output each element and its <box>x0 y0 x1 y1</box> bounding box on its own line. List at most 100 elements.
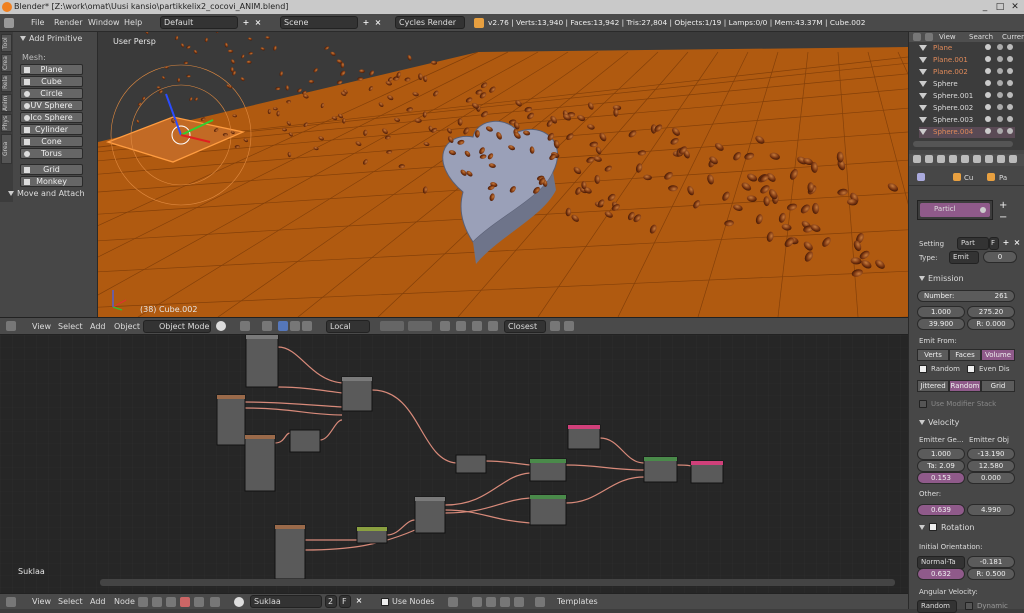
outliner-menu-view[interactable]: View <box>939 33 956 41</box>
material-slot-icon[interactable] <box>210 597 220 607</box>
tab-relations[interactable]: Rela <box>1 74 12 92</box>
angular-velocity-selector[interactable]: Random <box>917 600 957 613</box>
use-nodes-checkbox[interactable] <box>381 598 389 606</box>
outliner-display-icon[interactable] <box>925 33 933 41</box>
outliner-item-sphere003[interactable]: Sphere.003 <box>919 115 1015 126</box>
constraints-tab-icon[interactable] <box>973 155 981 163</box>
snap-node-element-icon[interactable] <box>486 597 496 607</box>
node-editor[interactable]: Suklaa <box>0 335 908 593</box>
orientation-random-field[interactable]: 0.632 <box>917 568 965 580</box>
outliner-item-plane[interactable]: Plane <box>919 43 1015 54</box>
number-field[interactable]: Number: 261 <box>917 290 1015 302</box>
render-camera-icon[interactable] <box>1007 44 1013 50</box>
minimize-button[interactable]: _ <box>980 2 990 12</box>
outliner-type-icon[interactable] <box>913 33 921 41</box>
outliner-menu-current[interactable]: Current <box>1002 33 1024 41</box>
menu-window[interactable]: Window <box>88 14 120 32</box>
tab-grease-pencil[interactable]: Grea <box>1 134 12 164</box>
rotate-icon[interactable] <box>290 321 300 331</box>
select-arrow-icon[interactable] <box>997 68 1003 74</box>
breadcrumb-particles[interactable]: Pa <box>999 174 1007 182</box>
visibility-eye-icon[interactable] <box>985 92 991 98</box>
add-primitive-header[interactable]: Add Primitive <box>20 34 82 43</box>
menu-add[interactable]: Add <box>90 318 106 335</box>
editor-type-3d-icon[interactable] <box>6 321 16 331</box>
add-uv-sphere-button[interactable]: UV Sphere <box>20 100 83 111</box>
random-velocity-field[interactable]: 4.990 <box>967 504 1015 516</box>
frame-end-field[interactable]: 275.20 <box>967 306 1015 318</box>
layers-2-icon[interactable] <box>408 321 432 331</box>
type-selector[interactable]: Emit <box>949 251 979 264</box>
node-scrollbar[interactable] <box>100 579 895 586</box>
render-layers-tab-icon[interactable] <box>925 155 933 163</box>
add-cone-button[interactable]: Cone <box>20 136 83 147</box>
layout-selector[interactable]: Default <box>160 16 238 29</box>
outliner-item-plane002[interactable]: Plane.002 <box>919 67 1015 78</box>
backdrop-icon[interactable] <box>448 597 458 607</box>
outliner-item-sphere002[interactable]: Sphere.002 <box>919 103 1015 114</box>
select-arrow-icon[interactable] <box>997 44 1003 50</box>
add-layout-button[interactable]: + <box>241 17 251 29</box>
emit-from-faces[interactable]: Faces <box>949 349 981 361</box>
material-users[interactable]: 2 <box>325 595 337 608</box>
rotation-velocity-field[interactable]: 0.153 <box>917 472 965 484</box>
outliner-item-sphere001[interactable]: Sphere.001 <box>919 91 1015 102</box>
visibility-eye-icon[interactable] <box>985 68 991 74</box>
editor-type-node-icon[interactable] <box>6 597 16 607</box>
rotation-checkbox[interactable] <box>929 523 937 531</box>
scene-tab-icon[interactable] <box>937 155 945 163</box>
particle-slot-active[interactable]: Particl <box>920 203 990 217</box>
particle-visible-eye-icon[interactable] <box>980 207 986 213</box>
mode-selector[interactable]: Object Mode <box>143 320 211 333</box>
world-icon[interactable] <box>166 597 176 607</box>
remove-settings-button[interactable]: × <box>1012 237 1022 249</box>
lifetime-random-field[interactable]: R: 0.000 <box>967 318 1015 330</box>
copy-nodes-icon[interactable] <box>500 597 510 607</box>
outliner-scrollbar[interactable] <box>913 141 1013 147</box>
layers-icon[interactable] <box>380 321 404 331</box>
add-cylinder-button[interactable]: Cylinder <box>20 124 83 135</box>
add-ico-sphere-button[interactable]: Ico Sphere <box>20 112 83 123</box>
object-velocity-x-field[interactable]: -13.190 <box>967 448 1015 460</box>
normal-velocity-field[interactable]: 1.000 <box>917 448 965 460</box>
emission-panel-header[interactable]: Emission <box>919 274 964 283</box>
velocity-panel-header[interactable]: Velocity <box>919 418 959 427</box>
object-tab-icon[interactable] <box>961 155 969 163</box>
templates-icon[interactable] <box>535 597 545 607</box>
visibility-eye-icon[interactable] <box>985 116 991 122</box>
outliner-menu-search[interactable]: Search <box>969 33 993 41</box>
pivot-icon[interactable] <box>240 321 250 331</box>
render-tab-icon[interactable] <box>913 155 921 163</box>
proportional-icon[interactable] <box>456 321 466 331</box>
paste-nodes-icon[interactable] <box>514 597 524 607</box>
operator-panel-header[interactable]: Move and Attach <box>8 189 85 198</box>
linestyle-icon[interactable] <box>194 597 204 607</box>
world-tab-icon[interactable] <box>949 155 957 163</box>
object-velocity-factor-field[interactable]: 0.639 <box>917 504 965 516</box>
physics-tab-icon[interactable] <box>1009 155 1017 163</box>
remove-slot-button[interactable]: − <box>999 212 1007 223</box>
select-arrow-icon[interactable] <box>997 92 1003 98</box>
dist-jittered[interactable]: Jittered <box>917 380 949 392</box>
tangent-velocity-field[interactable]: Ta: 2.09 <box>917 460 965 472</box>
render-engine-select[interactable]: Cycles Render <box>395 16 465 29</box>
settings-fake-user[interactable]: F <box>989 237 999 250</box>
add-grid-button[interactable]: Grid <box>20 164 83 175</box>
shading-icon[interactable] <box>216 321 226 331</box>
node-menu-add[interactable]: Add <box>90 594 106 610</box>
select-arrow-icon[interactable] <box>997 80 1003 86</box>
render-camera-icon[interactable] <box>1007 104 1013 110</box>
render-camera-icon[interactable] <box>1007 128 1013 134</box>
visibility-eye-icon[interactable] <box>985 104 991 110</box>
menu-render[interactable]: Render <box>54 14 82 32</box>
outliner-item-plane001[interactable]: Plane.001 <box>919 55 1015 66</box>
settings-selector[interactable]: Part <box>957 237 989 250</box>
tab-tools[interactable]: Tool <box>1 34 12 52</box>
seed-field[interactable]: 0 <box>983 251 1017 263</box>
scene-selector[interactable]: Scene <box>280 16 358 29</box>
scale-icon[interactable] <box>302 321 312 331</box>
render-camera-icon[interactable] <box>1007 92 1013 98</box>
menu-help[interactable]: Help <box>124 14 142 32</box>
templates-menu[interactable]: Templates <box>557 594 598 610</box>
render-icon[interactable] <box>550 321 560 331</box>
